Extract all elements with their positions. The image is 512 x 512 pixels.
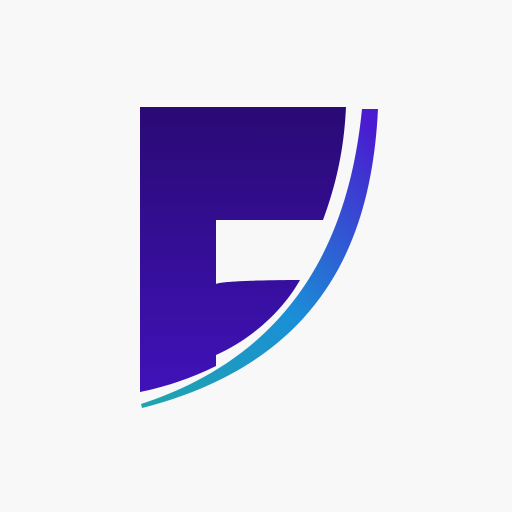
f-swoosh-logo-icon [140, 107, 378, 408]
letter-f-shape [140, 107, 346, 392]
app-canvas [0, 0, 512, 512]
